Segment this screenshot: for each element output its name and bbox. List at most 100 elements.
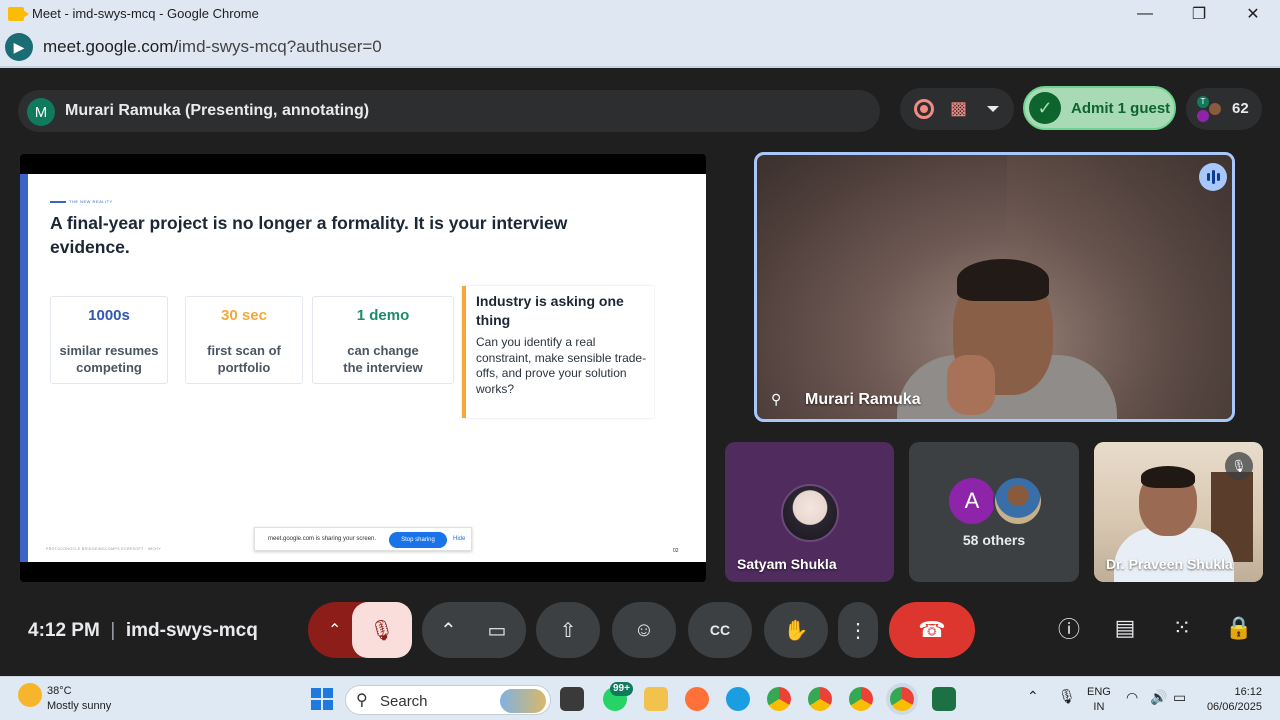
chrome-profile-icon[interactable] bbox=[808, 687, 832, 711]
url-domain: meet.google.com/ bbox=[43, 37, 179, 56]
separator: | bbox=[110, 620, 116, 641]
stat-card: 1 demo can change the interview bbox=[312, 296, 454, 384]
reactions-button[interactable]: ☺ bbox=[612, 602, 676, 658]
people-avatar: T bbox=[1197, 96, 1209, 108]
pin-icon[interactable]: ⚲ bbox=[771, 391, 781, 408]
lang-top: ENG bbox=[1087, 686, 1111, 698]
participant-tile[interactable]: Satyam Shukla bbox=[725, 442, 894, 582]
chevron-down-icon[interactable] bbox=[987, 106, 999, 112]
url-field[interactable]: meet.google.com/imd-swys-mcq?authuser=0 bbox=[43, 37, 382, 57]
video-feed bbox=[947, 355, 995, 415]
time: 4:12 PM bbox=[28, 620, 100, 641]
chrome-icon[interactable] bbox=[767, 687, 791, 711]
stop-sharing-button[interactable]: Stop sharing bbox=[389, 532, 447, 548]
callout-title: Industry is asking one thing bbox=[476, 293, 624, 328]
meet-site-icon[interactable]: ▶ bbox=[5, 33, 33, 61]
stat-value: 30 sec bbox=[221, 307, 267, 324]
stat-card: 30 sec first scan of portfolio bbox=[185, 296, 303, 384]
present-button[interactable]: ⇧ bbox=[536, 602, 600, 658]
excel-icon[interactable] bbox=[932, 687, 956, 711]
chat-icon[interactable]: ▤ bbox=[1111, 614, 1139, 642]
presenter-label: Murari Ramuka (Presenting, annotating) bbox=[65, 102, 370, 119]
volume-icon[interactable]: 🔊 bbox=[1150, 690, 1167, 705]
participant-name: Dr. Praveen Shukla bbox=[1106, 556, 1233, 572]
participant-avatar bbox=[781, 484, 839, 542]
host-controls-icon[interactable]: 🔒 bbox=[1225, 614, 1253, 642]
meet-app-icon bbox=[8, 7, 29, 21]
stat-desc: similar resumes competing bbox=[59, 343, 159, 375]
temperature: 38°C bbox=[47, 685, 72, 697]
others-tile[interactable]: A 58 others bbox=[909, 442, 1079, 582]
hide-button[interactable]: Hide bbox=[453, 536, 465, 542]
start-button[interactable] bbox=[311, 688, 333, 710]
meeting-code: imd-swys-mcq bbox=[125, 620, 258, 641]
raise-hand-button[interactable]: ✋ bbox=[764, 602, 828, 658]
meet-stage: M Murari Ramuka (Presenting, annotating)… bbox=[0, 70, 1280, 676]
people-avatar bbox=[1197, 110, 1209, 122]
admit-guest-button[interactable]: ✓ Admit 1 guest bbox=[1023, 86, 1176, 130]
presenter-avatar: M bbox=[27, 98, 55, 126]
chrome-active-icon[interactable] bbox=[890, 687, 914, 711]
participant-name: Satyam Shukla bbox=[737, 556, 837, 572]
weather-widget[interactable]: 38°C Mostly sunny bbox=[47, 684, 111, 714]
captions-button[interactable]: CC bbox=[688, 602, 752, 658]
speaker-name: Murari Ramuka bbox=[805, 391, 921, 408]
maximize-button[interactable]: ❐ bbox=[1176, 0, 1222, 28]
checkmark-icon: ✓ bbox=[1029, 92, 1061, 124]
participant-tile[interactable]: 🎙 Dr. Praveen Shukla bbox=[1094, 442, 1263, 582]
more-options-button[interactable]: ⋮ bbox=[838, 602, 878, 658]
microphone-icon[interactable]: 🎙 bbox=[1058, 689, 1076, 704]
activities-icon[interactable]: ⁙ bbox=[1168, 614, 1196, 642]
meeting-clock: 4:12 PM | imd-swys-mcq bbox=[28, 620, 258, 642]
slide-page-number: 02 bbox=[673, 548, 679, 554]
info-icon[interactable]: ⓘ bbox=[1055, 614, 1083, 642]
weather-icon[interactable] bbox=[18, 683, 42, 707]
window-title: Meet - imd-swys-mcq - Google Chrome bbox=[32, 6, 259, 21]
mic-toggle-button[interactable]: 🎙 bbox=[352, 602, 412, 658]
close-button[interactable]: ✕ bbox=[1230, 0, 1276, 28]
video-feed bbox=[957, 259, 1049, 301]
slide-headline: A final-year project is no longer a form… bbox=[50, 213, 568, 257]
participant-avatar bbox=[993, 476, 1043, 526]
mic-off-icon: 🎙 bbox=[1225, 452, 1253, 480]
whatsapp-badge: 99+ bbox=[610, 682, 633, 696]
firefox-icon[interactable] bbox=[685, 687, 709, 711]
stat-desc: can change the interview bbox=[343, 343, 423, 375]
file-explorer-icon[interactable] bbox=[644, 687, 668, 711]
battery-icon[interactable]: ▭ bbox=[1173, 690, 1186, 705]
recording-controls: ▩ bbox=[900, 88, 1014, 130]
video-feed bbox=[1139, 466, 1197, 536]
chrome-profile-icon[interactable] bbox=[849, 687, 873, 711]
chevron-up-icon[interactable]: ⌃ bbox=[1027, 689, 1039, 704]
camera-toggle-button[interactable]: ▭ bbox=[468, 602, 526, 658]
search-highlight-image bbox=[500, 689, 546, 713]
people-button[interactable]: T 62 bbox=[1186, 88, 1262, 130]
window-title-bar: Meet - imd-swys-mcq - Google Chrome — ❐ … bbox=[0, 0, 1280, 28]
speaker-tile[interactable]: ⚲ Murari Ramuka bbox=[754, 152, 1235, 422]
search-label: Search bbox=[380, 693, 428, 710]
stat-value: 1 demo bbox=[356, 307, 410, 324]
clock-time: 16:12 bbox=[1234, 686, 1262, 698]
system-clock[interactable]: 16:12 06/06/2025 bbox=[1202, 685, 1262, 715]
slide-footer: PROTOCONOCLE BRIDGEINGCOMPS ECRESOFT · I… bbox=[46, 547, 162, 551]
leave-call-button[interactable]: ☎ bbox=[889, 602, 975, 658]
address-bar: ▶ meet.google.com/imd-swys-mcq?authuser=… bbox=[0, 28, 1280, 68]
people-avatar bbox=[1209, 103, 1221, 115]
edge-icon[interactable] bbox=[726, 687, 750, 711]
clock-date: 06/06/2025 bbox=[1206, 701, 1262, 713]
control-bar: 4:12 PM | imd-swys-mcq ⌃ 🎙 ⌃ ▭ ⇧ ☺ CC ✋ … bbox=[0, 598, 1280, 676]
record-icon[interactable] bbox=[914, 99, 934, 119]
language-indicator[interactable]: ENG IN bbox=[1087, 685, 1111, 715]
others-count: 58 others bbox=[962, 532, 1026, 548]
video-feed bbox=[1114, 528, 1234, 582]
url-path: imd-swys-mcq?authuser=0 bbox=[178, 37, 382, 56]
speaking-indicator-icon bbox=[1199, 163, 1227, 191]
industry-callout: Industry is asking one thing Can you ide… bbox=[462, 286, 654, 418]
no-share-icon[interactable]: ▩ bbox=[950, 98, 972, 120]
screen-share: THE NEW REALITY A final-year project is … bbox=[20, 154, 706, 582]
taskbar-search[interactable]: ⚲ Search bbox=[345, 685, 551, 715]
wifi-icon[interactable]: ◠ bbox=[1126, 690, 1138, 705]
task-view-icon[interactable] bbox=[560, 687, 584, 711]
minimize-button[interactable]: — bbox=[1122, 0, 1168, 28]
presenter-bar: M Murari Ramuka (Presenting, annotating) bbox=[18, 90, 880, 132]
